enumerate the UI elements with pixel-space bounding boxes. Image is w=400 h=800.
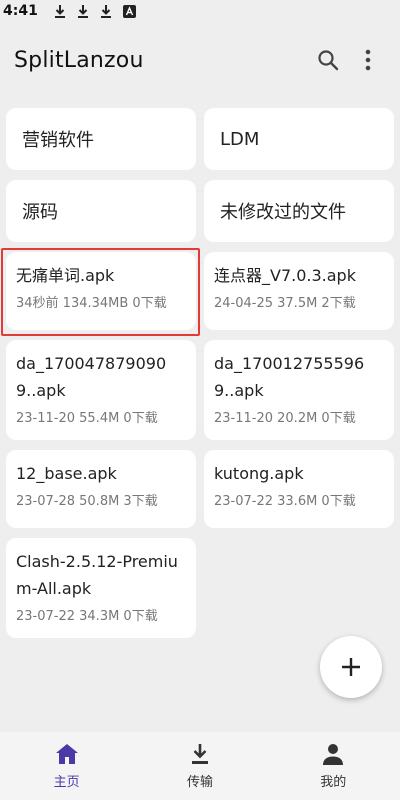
file-meta: 23-11-20 55.4M 0下载 xyxy=(16,411,158,426)
file-card[interactable]: da_1700127555969..apk 23-11-20 20.2M 0下载 xyxy=(204,340,394,440)
file-card[interactable]: da_1700478790909..apk 23-11-20 55.4M 0下载 xyxy=(6,340,196,440)
download-notification-icon xyxy=(54,4,67,19)
file-card-selected[interactable]: 无痛单词.apk 34秒前 134.34MB 0下载 xyxy=(1,248,200,336)
folder-name: 营销软件 xyxy=(22,130,94,151)
folder-name: 源码 xyxy=(22,202,58,223)
more-options-button[interactable] xyxy=(350,42,386,78)
home-icon xyxy=(55,743,78,764)
file-meta: 23-07-22 33.6M 0下载 xyxy=(214,494,356,509)
plus-icon xyxy=(342,658,360,676)
download-notification-icon xyxy=(100,4,113,19)
file-name: Clash-2.5.12-Premium-All.apk xyxy=(16,552,178,598)
app-bar: SplitLanzou xyxy=(0,30,400,90)
nav-home[interactable]: 主页 xyxy=(17,743,117,790)
folder-name: 未修改过的文件 xyxy=(220,202,346,223)
file-meta: 23-11-20 20.2M 0下载 xyxy=(214,411,356,426)
screen: 4:41 SplitLanzou 营销软件 LDM 源码 未修改过的文件 无痛单… xyxy=(0,0,400,800)
download-icon xyxy=(191,743,208,764)
status-bar: 4:41 xyxy=(0,0,400,22)
file-meta: 23-07-22 34.3M 0下载 xyxy=(16,609,158,624)
add-button[interactable] xyxy=(320,636,382,698)
file-meta: 24-04-25 37.5M 2下载 xyxy=(214,296,356,311)
download-notification-icon xyxy=(77,4,90,19)
nav-label: 主页 xyxy=(53,774,80,790)
nav-label: 我的 xyxy=(320,774,347,790)
more-vert-icon xyxy=(365,49,371,71)
app-title: SplitLanzou xyxy=(14,47,144,73)
file-name: 无痛单词.apk xyxy=(16,266,115,285)
status-time: 4:41 xyxy=(3,3,38,19)
file-meta: 23-07-28 50.8M 3下载 xyxy=(16,494,158,509)
search-icon xyxy=(318,50,339,71)
nav-transfer[interactable]: 传输 xyxy=(150,743,250,790)
file-card[interactable]: kutong.apk 23-07-22 33.6M 0下载 xyxy=(204,450,394,528)
search-button[interactable] xyxy=(310,42,346,78)
file-grid: 营销软件 LDM 源码 未修改过的文件 无痛单词.apk 34秒前 134.34… xyxy=(1,108,394,638)
file-name: 12_base.apk xyxy=(16,464,117,483)
folder-card[interactable]: 营销软件 xyxy=(6,108,196,170)
file-name: da_1700478790909..apk xyxy=(16,354,167,400)
person-icon xyxy=(323,743,344,765)
folder-name: LDM xyxy=(220,128,260,150)
nav-profile[interactable]: 我的 xyxy=(283,743,383,790)
file-name: kutong.apk xyxy=(214,464,304,483)
file-card[interactable]: 连点器_V7.0.3.apk 24-04-25 37.5M 2下载 xyxy=(204,252,394,330)
folder-card[interactable]: 源码 xyxy=(6,180,196,242)
nav-label: 传输 xyxy=(186,774,213,790)
folder-card[interactable]: LDM xyxy=(204,108,394,170)
file-meta: 34秒前 134.34MB 0下载 xyxy=(16,296,167,311)
bottom-nav: 主页 传输 我的 xyxy=(0,732,400,800)
folder-card[interactable]: 未修改过的文件 xyxy=(204,180,394,242)
file-card[interactable]: 12_base.apk 23-07-28 50.8M 3下载 xyxy=(6,450,196,528)
file-card[interactable]: Clash-2.5.12-Premium-All.apk 23-07-22 34… xyxy=(6,538,196,638)
app-notification-icon xyxy=(122,4,136,19)
file-name: da_1700127555969..apk xyxy=(214,354,365,400)
file-name: 连点器_V7.0.3.apk xyxy=(214,266,356,285)
